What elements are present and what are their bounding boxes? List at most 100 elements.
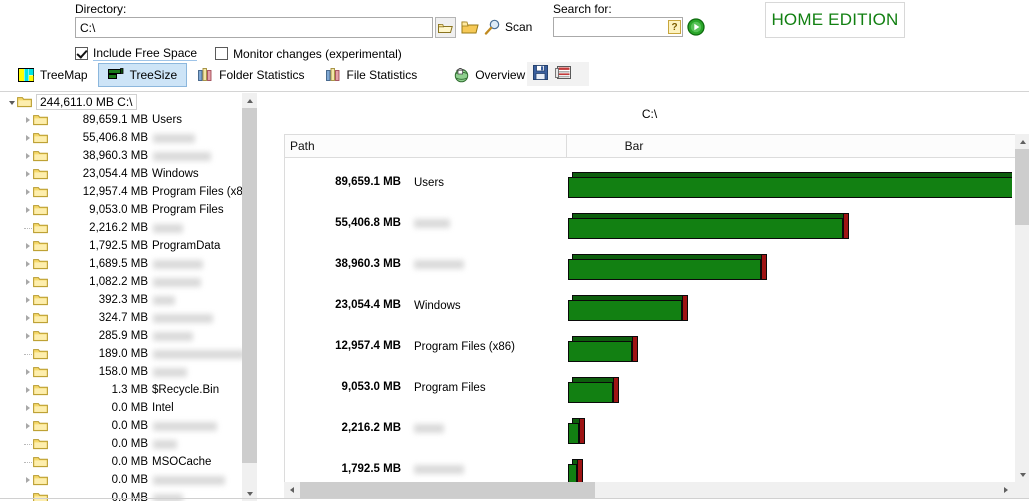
- report-button[interactable]: [555, 65, 572, 83]
- include-free-space-checkbox[interactable]: [75, 47, 88, 60]
- tab-folder-statistics[interactable]: Folder Statistics: [187, 63, 314, 87]
- tree-scroll-up-button[interactable]: [242, 93, 257, 108]
- chart-row-size: 9,053.0 MB: [341, 381, 401, 393]
- chart-bar[interactable]: [568, 254, 768, 280]
- search-help-icon[interactable]: ?: [668, 20, 681, 34]
- chart-horizontal-scrollbar[interactable]: [284, 482, 1029, 498]
- tab-overview[interactable]: Overview: [443, 63, 535, 87]
- tree-row[interactable]: 285.9 MB: [0, 327, 256, 345]
- folder-icon: [33, 492, 48, 501]
- directory-browse-button[interactable]: [435, 17, 456, 38]
- tree-row[interactable]: 1,082.2 MB: [0, 273, 256, 291]
- tree-row[interactable]: 189.0 MB: [0, 345, 256, 363]
- tree-row[interactable]: 2,216.2 MB: [0, 219, 256, 237]
- tree-scrollbar-thumb[interactable]: [242, 108, 257, 463]
- tree-row[interactable]: 1.3 MB $Recycle.Bin: [0, 381, 256, 399]
- chart-scroll-right-button[interactable]: [998, 482, 1014, 498]
- chart-hscrollbar-thumb[interactable]: [300, 482, 595, 498]
- column-header-bar[interactable]: Bar: [574, 135, 694, 157]
- monitor-changes-label[interactable]: Monitor changes (experimental): [233, 47, 402, 61]
- chart-scroll-down-button[interactable]: [1015, 467, 1029, 482]
- chart-bar[interactable]: [568, 336, 639, 362]
- tree-expander-icon[interactable]: [22, 237, 33, 255]
- tree-row[interactable]: 324.7 MB: [0, 309, 256, 327]
- tree-expander-icon[interactable]: [22, 273, 33, 291]
- chart-row[interactable]: 9,053.0 MB Program Files: [284, 369, 1012, 410]
- tree-expander-icon[interactable]: [22, 453, 33, 471]
- chart-row-size: 12,957.4 MB: [335, 340, 401, 352]
- tree-expander-icon[interactable]: [22, 471, 33, 489]
- tree-vertical-scrollbar[interactable]: [242, 93, 257, 501]
- tab-treesize[interactable]: TreeSize: [97, 63, 188, 87]
- tree-row[interactable]: 12,957.4 MB Program Files (x86): [0, 183, 256, 201]
- column-divider[interactable]: [566, 135, 567, 158]
- search-input[interactable]: [553, 17, 683, 37]
- tree-row[interactable]: 0.0 MB Intel: [0, 399, 256, 417]
- tree-expander-icon[interactable]: [22, 327, 33, 345]
- tab-file-statistics[interactable]: File Statistics: [315, 63, 428, 87]
- tree-expander-icon[interactable]: [22, 345, 33, 363]
- tree-expander-icon[interactable]: [22, 183, 33, 201]
- tree-row[interactable]: 89,659.1 MB Users: [0, 111, 256, 129]
- tab-file-statistics-label: File Statistics: [346, 68, 418, 82]
- tree-expander-icon[interactable]: [22, 147, 33, 165]
- chart-bar[interactable]: [568, 418, 586, 444]
- tree-expander-icon[interactable]: [22, 417, 33, 435]
- toolbar-divider: [0, 91, 1029, 92]
- column-header-path[interactable]: Path: [290, 135, 315, 157]
- chart-bar[interactable]: [568, 377, 620, 403]
- open-folder-button[interactable]: [461, 19, 479, 38]
- chart-row[interactable]: 38,960.3 MB: [284, 246, 1012, 287]
- tree-row[interactable]: 38,960.3 MB: [0, 147, 256, 165]
- chart-row[interactable]: 1,792.5 MB: [284, 451, 1012, 482]
- tree-expander-icon[interactable]: [22, 291, 33, 309]
- chart-row[interactable]: 2,216.2 MB: [284, 410, 1012, 451]
- tree-expander-icon[interactable]: [22, 111, 33, 129]
- tree-expander-icon[interactable]: [22, 309, 33, 327]
- chart-bar[interactable]: [568, 172, 1012, 198]
- tree-expander-icon[interactable]: [22, 165, 33, 183]
- chart-vertical-scrollbar[interactable]: [1015, 134, 1029, 482]
- chart-bar[interactable]: [568, 213, 850, 239]
- directory-input[interactable]: [75, 17, 433, 38]
- tree-expander-icon[interactable]: [22, 255, 33, 273]
- chart-row[interactable]: 23,054.4 MB Windows: [284, 287, 1012, 328]
- save-button[interactable]: [533, 65, 548, 83]
- tree-expander-icon[interactable]: [22, 435, 33, 453]
- tree-expander-icon[interactable]: [22, 219, 33, 237]
- tree-row[interactable]: 1,689.5 MB: [0, 255, 256, 273]
- scan-button[interactable]: Scan: [484, 19, 532, 35]
- tree-expander-icon[interactable]: [22, 363, 33, 381]
- folder-tree-panel[interactable]: 244,611.0 MB C:\ 89,659.1 MB Users 55,406.8…: [0, 93, 271, 501]
- monitor-changes-checkbox[interactable]: [215, 47, 229, 60]
- chart-bar[interactable]: [568, 459, 584, 482]
- tree-row[interactable]: 0.0 MB MSOCache: [0, 453, 256, 471]
- tree-expander-icon[interactable]: [22, 129, 33, 147]
- search-go-button[interactable]: [687, 18, 705, 36]
- tree-row[interactable]: 9,053.0 MB Program Files: [0, 201, 256, 219]
- chart-row[interactable]: 89,659.1 MB Users: [284, 164, 1012, 205]
- tree-row[interactable]: 0.0 MB: [0, 417, 256, 435]
- tree-row[interactable]: 0.0 MB: [0, 435, 256, 453]
- tree-expander-icon[interactable]: [22, 381, 33, 399]
- tree-expander-icon[interactable]: [22, 399, 33, 417]
- tree-row[interactable]: 23,054.4 MB Windows: [0, 165, 256, 183]
- include-free-space-label[interactable]: Include Free Space: [93, 46, 198, 61]
- chart-scroll-left-button[interactable]: [284, 482, 300, 498]
- tree-row[interactable]: 0.0 MB: [0, 471, 256, 489]
- tree-row[interactable]: 158.0 MB: [0, 363, 256, 381]
- tab-treemap[interactable]: TreeMap: [8, 63, 98, 87]
- tree-row[interactable]: 55,406.8 MB: [0, 129, 256, 147]
- chart-row[interactable]: 12,957.4 MB Program Files (x86): [284, 328, 1012, 369]
- chart-scroll-up-button[interactable]: [1015, 134, 1029, 149]
- tree-expander-icon[interactable]: [22, 489, 33, 501]
- tree-row[interactable]: 1,792.5 MB ProgramData: [0, 237, 256, 255]
- chart-row[interactable]: 55,406.8 MB: [284, 205, 1012, 246]
- chart-bar[interactable]: [568, 295, 689, 321]
- tree-row[interactable]: 0.0 MB: [0, 489, 256, 501]
- tree-row[interactable]: 392.3 MB: [0, 291, 256, 309]
- chart-vscrollbar-thumb[interactable]: [1015, 149, 1029, 225]
- tree-expander-icon[interactable]: [6, 93, 17, 111]
- tree-row[interactable]: 244,611.0 MB C:\: [0, 93, 256, 111]
- tree-expander-icon[interactable]: [22, 201, 33, 219]
